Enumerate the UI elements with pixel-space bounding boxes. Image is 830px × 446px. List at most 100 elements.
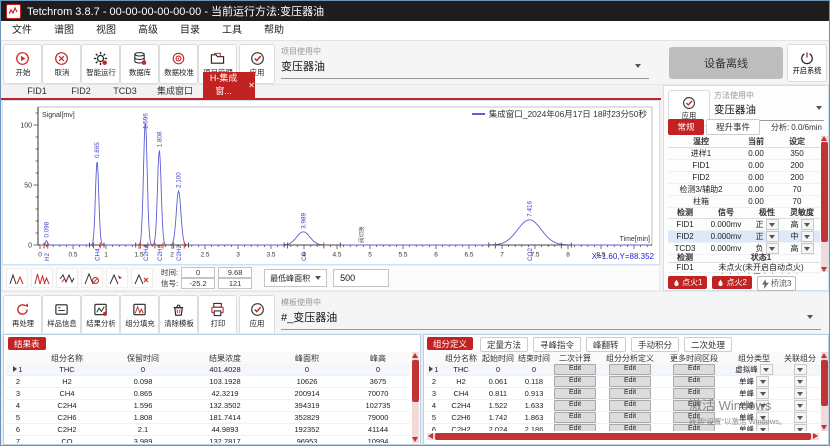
edit-button[interactable]: Edit bbox=[554, 424, 596, 431]
polarity-dropdown[interactable] bbox=[766, 219, 779, 230]
min-peak-area-input[interactable]: 500 bbox=[333, 269, 389, 287]
tab-manual-integration[interactable]: 手动积分 bbox=[631, 337, 679, 352]
table-row[interactable]: FID10.00200 bbox=[668, 160, 820, 172]
method-panel-scrollbar[interactable] bbox=[821, 136, 828, 272]
polarity-dropdown[interactable] bbox=[766, 231, 779, 242]
edit-button[interactable]: Edit bbox=[609, 364, 651, 375]
table-row[interactable]: 2H20.0610.118EditEditEdit单峰 bbox=[426, 376, 820, 388]
table-row[interactable]: 6C2H22.144.989319235241144 bbox=[6, 424, 410, 436]
ignite-2-button[interactable]: 点火2 bbox=[712, 276, 751, 289]
ignite-1-button[interactable]: 点火1 bbox=[668, 276, 707, 289]
table-row[interactable]: 4C2H41.5221.633EditEditEdit单峰 bbox=[426, 400, 820, 412]
tab-quant-method[interactable]: 定量方法 bbox=[480, 337, 528, 352]
component-type-dropdown[interactable] bbox=[756, 388, 769, 399]
table-row[interactable]: 2H20.098103.1928106263675 bbox=[6, 376, 410, 388]
tab-integration-window[interactable]: 集成窗口 bbox=[147, 85, 203, 98]
edit-button[interactable]: Edit bbox=[609, 388, 651, 399]
reprocess-button[interactable]: 再处理 bbox=[3, 295, 42, 335]
close-icon[interactable]: ✕ bbox=[248, 79, 255, 92]
tab-general[interactable]: 常规 bbox=[668, 119, 704, 135]
table-row[interactable]: FID20.000mv正中 bbox=[668, 231, 820, 243]
chromatogram-panel[interactable]: 05010000.511.522.533.544.555.566.577.588… bbox=[2, 100, 660, 265]
menu-advanced[interactable]: 高级 bbox=[127, 21, 169, 41]
menu-help[interactable]: 帮助 bbox=[253, 21, 295, 41]
table-row[interactable]: 1THC00EditEditEdit虚拟峰 bbox=[426, 364, 820, 376]
related-component-dropdown[interactable] bbox=[794, 364, 807, 375]
menu-tools[interactable]: 工具 bbox=[211, 21, 253, 41]
tab-results-table[interactable]: 结果表 bbox=[8, 337, 46, 350]
table-row[interactable]: FID2未点火(未开启自动点火) bbox=[668, 273, 820, 274]
component-hscrollbar[interactable] bbox=[427, 433, 819, 440]
print-button[interactable]: 打印 bbox=[198, 295, 237, 335]
table-row[interactable]: 5C2H61.808181.741435282979000 bbox=[6, 412, 410, 424]
tab-fid2[interactable]: FID2 bbox=[59, 85, 103, 98]
device-offline-button[interactable]: 设备离线 bbox=[669, 47, 783, 79]
edit-button[interactable]: Edit bbox=[673, 364, 715, 375]
apply-template-button[interactable]: 应用 bbox=[239, 295, 275, 335]
table-row[interactable]: 3CH40.8110.913EditEditEdit单峰 bbox=[426, 388, 820, 400]
peak-delete-icon[interactable] bbox=[131, 268, 153, 288]
related-component-dropdown[interactable] bbox=[794, 412, 807, 423]
edit-button[interactable]: Edit bbox=[673, 412, 715, 423]
sensitivity-dropdown[interactable] bbox=[801, 219, 814, 230]
table-row[interactable]: 1THC0401.402800 bbox=[6, 364, 410, 376]
method-dropdown[interactable]: 方法使用中 变压器油 bbox=[714, 90, 824, 121]
menu-directory[interactable]: 目录 bbox=[169, 21, 211, 41]
edit-button[interactable]: Edit bbox=[609, 376, 651, 387]
sample-info-button[interactable]: 样品信息 bbox=[42, 295, 81, 335]
peak-circle-icon[interactable] bbox=[81, 268, 103, 288]
component-type-dropdown[interactable] bbox=[756, 376, 769, 387]
project-dropdown[interactable]: 项目使用中 变压器油 bbox=[281, 46, 649, 79]
start-system-button[interactable]: 开启系统 bbox=[787, 44, 827, 82]
peak-arrow-icon[interactable] bbox=[106, 268, 128, 288]
component-type-dropdown[interactable] bbox=[756, 424, 769, 431]
tab-fid1[interactable]: FID1 bbox=[15, 85, 59, 98]
table-row[interactable]: 5C2H61.7421.863EditEditEdit单峰 bbox=[426, 412, 820, 424]
wave-icon[interactable] bbox=[56, 268, 78, 288]
result-analysis-button[interactable]: 结果分析 bbox=[81, 295, 120, 335]
related-component-dropdown[interactable] bbox=[794, 424, 807, 431]
edit-button[interactable]: Edit bbox=[554, 364, 596, 375]
edit-button[interactable]: Edit bbox=[673, 424, 715, 431]
edit-button[interactable]: Edit bbox=[673, 376, 715, 387]
related-component-dropdown[interactable] bbox=[794, 400, 807, 411]
edit-button[interactable]: Edit bbox=[609, 400, 651, 411]
component-fill-button[interactable]: 组分填充 bbox=[120, 295, 159, 335]
bridge-current-button[interactable]: 桥流3 bbox=[757, 276, 796, 291]
table-row[interactable]: 检测3/辅助20.0070 bbox=[668, 184, 820, 196]
edit-button[interactable]: Edit bbox=[554, 400, 596, 411]
edit-button[interactable]: Edit bbox=[609, 412, 651, 423]
related-component-dropdown[interactable] bbox=[794, 388, 807, 399]
tab-component-definition[interactable]: 组分定义 bbox=[427, 337, 473, 350]
tab-tcd3[interactable]: TCD3 bbox=[103, 85, 147, 98]
related-component-dropdown[interactable] bbox=[794, 376, 807, 387]
template-dropdown[interactable]: 模板使用中 #_变压器油 bbox=[281, 297, 821, 330]
table-row[interactable]: FID20.00200 bbox=[668, 172, 820, 184]
component-vscrollbar[interactable] bbox=[821, 352, 828, 431]
peak-pair-icon[interactable] bbox=[6, 268, 28, 288]
table-row[interactable]: 3CH40.86542.321920091470070 bbox=[6, 388, 410, 400]
table-row[interactable]: FID10.000mv正高 bbox=[668, 219, 820, 231]
component-type-dropdown[interactable] bbox=[760, 364, 773, 375]
table-row[interactable]: 4C2H41.596132.3502394319102735 bbox=[6, 400, 410, 412]
edit-button[interactable]: Edit bbox=[673, 400, 715, 411]
menu-view[interactable]: 视图 bbox=[85, 21, 127, 41]
table-row[interactable]: 6C2H22.0242.186EditEditEdit单峰 bbox=[426, 424, 820, 431]
peak-group-icon[interactable] bbox=[31, 268, 53, 288]
tab-peak-flip[interactable]: 峰翻转 bbox=[586, 337, 626, 352]
min-peak-area-dropdown[interactable]: 最低峰面积 bbox=[264, 269, 327, 287]
table-row[interactable]: 进样10.00350 bbox=[668, 148, 820, 160]
tab-secondary-processing[interactable]: 二次处理 bbox=[684, 337, 732, 352]
menu-spectrum[interactable]: 谱图 bbox=[43, 21, 85, 41]
start-button[interactable]: 开始 bbox=[3, 44, 42, 84]
chromatogram-plot[interactable]: 05010000.511.522.533.544.555.566.577.588… bbox=[3, 101, 659, 264]
edit-button[interactable]: Edit bbox=[609, 424, 651, 431]
clear-template-button[interactable]: 清除模板 bbox=[159, 295, 198, 335]
data-calibration-button[interactable]: 数据校准 bbox=[159, 44, 198, 84]
database-button[interactable]: 数据库 bbox=[120, 44, 159, 84]
tab-temp-program[interactable]: 程升事件 bbox=[706, 119, 760, 135]
edit-button[interactable]: Edit bbox=[673, 388, 715, 399]
tab-peak-find[interactable]: 寻峰指令 bbox=[533, 337, 581, 352]
edit-button[interactable]: Edit bbox=[554, 412, 596, 423]
menu-file[interactable]: 文件 bbox=[1, 21, 43, 41]
